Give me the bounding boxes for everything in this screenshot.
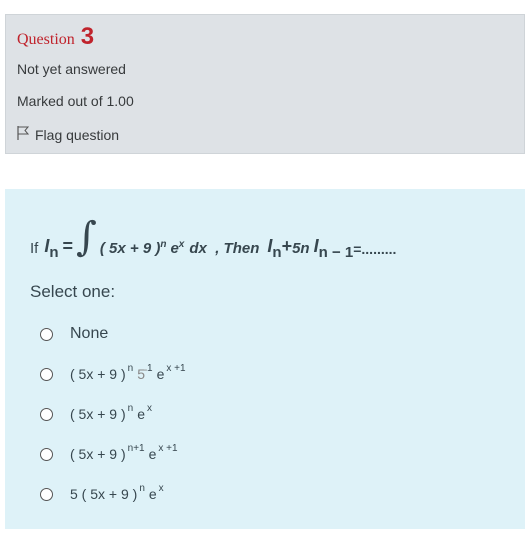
option-extra-power: 1 bbox=[147, 362, 153, 374]
question-text: If I n = ∫ ( 5x + 9 ) n e x dx , Then I … bbox=[30, 213, 397, 261]
integrand-exp: e bbox=[170, 240, 179, 257]
option-2[interactable]: ( 5x + 9 ) n 5̄ 1 e x +1 bbox=[40, 354, 186, 394]
option-label: None bbox=[70, 325, 109, 342]
question-grade: Marked out of 1.00 bbox=[17, 93, 134, 109]
option-extra: 5̄ bbox=[137, 366, 145, 382]
i-subscript-3: n − 1 bbox=[318, 244, 354, 261]
plus-sign: + bbox=[281, 236, 293, 256]
option-e: e bbox=[148, 446, 157, 462]
option-3[interactable]: ( 5x + 9 ) n e x bbox=[40, 394, 186, 434]
radio-button[interactable] bbox=[40, 327, 53, 341]
option-e-power: x +1 bbox=[158, 442, 178, 454]
if-text: If bbox=[30, 240, 39, 257]
option-e-power: x bbox=[158, 482, 164, 494]
question-info-panel: Question 3 Not yet answered Marked out o… bbox=[5, 14, 525, 154]
flag-question-link[interactable]: Flag question bbox=[17, 126, 119, 143]
radio-button[interactable] bbox=[40, 407, 53, 421]
question-number-value: 3 bbox=[80, 23, 95, 50]
equals-sign: = bbox=[62, 236, 74, 256]
radio-button[interactable] bbox=[40, 367, 53, 381]
question-state: Not yet answered bbox=[17, 61, 126, 77]
option-main: 5 ( 5x + 9 ) bbox=[70, 486, 138, 502]
option-e: e bbox=[137, 406, 145, 422]
equals-dots: =......... bbox=[353, 241, 397, 257]
integral-sign: ∫ bbox=[76, 214, 97, 260]
five-n-text: 5n bbox=[292, 240, 310, 257]
option-5[interactable]: 5 ( 5x + 9 ) n e x bbox=[40, 474, 186, 514]
option-e-power: x bbox=[147, 402, 152, 414]
i-subscript: n bbox=[49, 244, 59, 261]
integrand-power: n bbox=[160, 239, 167, 250]
option-e-power: x +1 bbox=[166, 362, 186, 374]
question-number: Question 3 bbox=[17, 23, 94, 51]
answer-options: None ( 5x + 9 ) n 5̄ 1 e x +1 ( 5x + 9 )… bbox=[40, 314, 186, 514]
i-subscript-2: n bbox=[272, 244, 282, 261]
option-e: e bbox=[156, 366, 165, 382]
flag-question-label: Flag question bbox=[35, 126, 120, 143]
option-power: n bbox=[127, 362, 134, 374]
radio-button[interactable] bbox=[40, 487, 53, 501]
select-one-prompt: Select one: bbox=[30, 282, 116, 301]
radio-button[interactable] bbox=[40, 447, 53, 461]
option-power: n bbox=[127, 402, 134, 414]
question-label: Question bbox=[17, 31, 75, 48]
question-content: If I n = ∫ ( 5x + 9 ) n e x dx , Then I … bbox=[5, 189, 525, 529]
option-e: e bbox=[148, 486, 157, 502]
option-none[interactable]: None bbox=[40, 314, 186, 354]
option-power: n+1 bbox=[127, 442, 145, 454]
option-main: ( 5x + 9 ) bbox=[70, 366, 126, 382]
option-main: ( 5x + 9 ) bbox=[70, 406, 126, 422]
option-main: ( 5x + 9 ) bbox=[70, 446, 126, 462]
integrand-text: ( 5x + 9 ) bbox=[99, 240, 161, 257]
flag-icon bbox=[17, 126, 30, 143]
option-4[interactable]: ( 5x + 9 ) n+1 e x +1 bbox=[40, 434, 186, 474]
integrand-exp-power: x bbox=[178, 239, 185, 250]
option-power: n bbox=[139, 482, 145, 494]
integrand-tail: dx , Then bbox=[189, 240, 260, 257]
